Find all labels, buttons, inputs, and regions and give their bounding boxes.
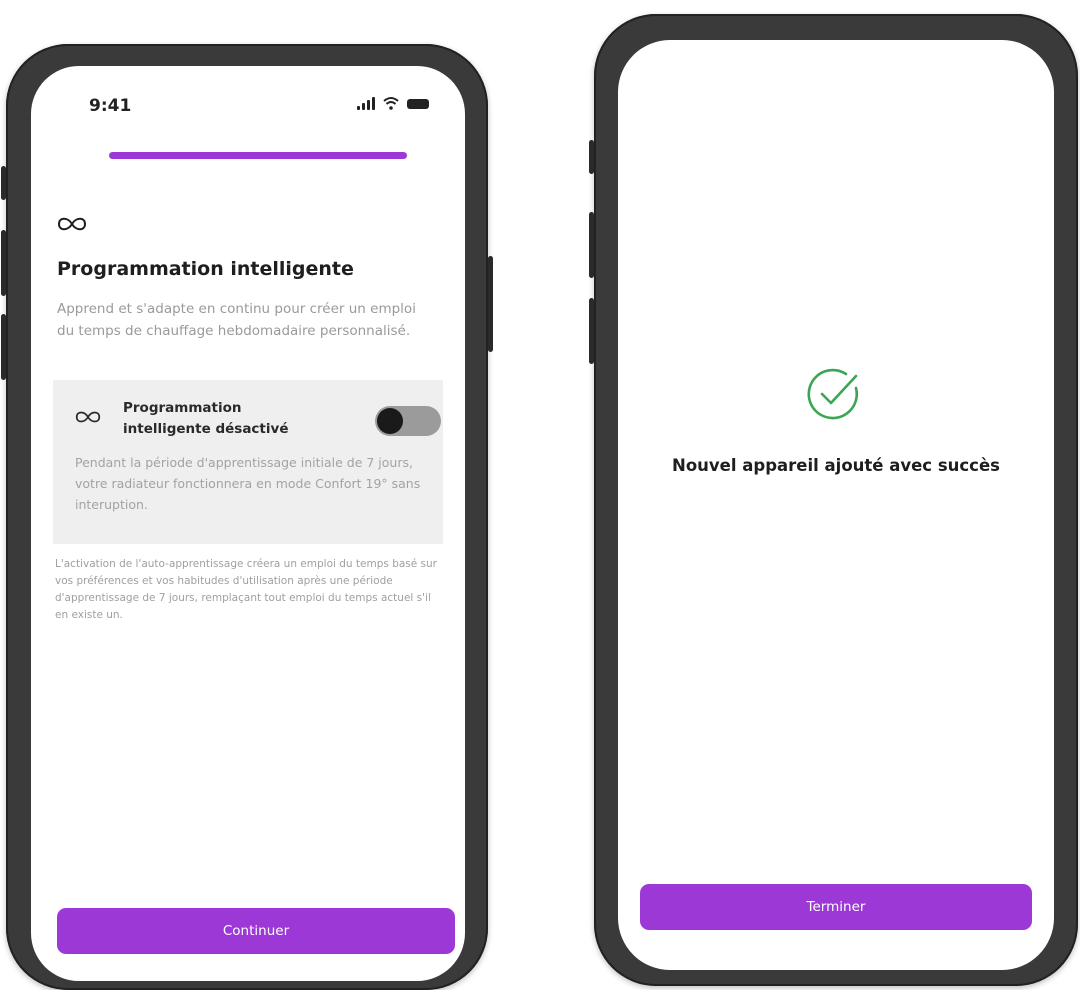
smart-programming-card: Programmation intelligente désactivé Pen… — [53, 380, 443, 544]
volume-down-button — [1, 314, 6, 380]
power-button — [488, 256, 493, 352]
mute-switch — [589, 140, 594, 174]
status-time: 9:41 — [89, 96, 132, 116]
success-message: Nouvel appareil ajouté avec succès — [672, 456, 1000, 475]
page-title: Programmation intelligente — [57, 258, 354, 280]
battery-icon — [407, 99, 429, 109]
screen-success: Nouvel appareil ajouté avec succès Termi… — [618, 40, 1054, 970]
continue-button[interactable]: Continuer — [57, 908, 455, 954]
screen-smart-programming: 9:41 Programmation intelligente Apprend … — [31, 66, 465, 981]
volume-up-button — [589, 212, 594, 278]
signal-icon — [357, 97, 375, 110]
smart-programming-toggle[interactable] — [375, 406, 441, 436]
status-icons — [357, 96, 429, 110]
mute-switch — [1, 166, 6, 200]
toggle-knob — [377, 408, 403, 434]
infinity-icon — [57, 217, 87, 231]
volume-up-button — [1, 230, 6, 296]
card-description: Pendant la période d'apprentissage initi… — [75, 455, 421, 512]
infinity-icon — [75, 411, 101, 423]
wifi-icon — [383, 97, 399, 110]
check-circle-icon — [807, 368, 858, 420]
finish-button[interactable]: Terminer — [640, 884, 1032, 930]
phone-frame-left: 9:41 Programmation intelligente Apprend … — [1, 44, 493, 990]
phone-frame-right: Nouvel appareil ajouté avec succès Termi… — [589, 14, 1078, 986]
toggle-label: Programmation intelligente désactivé — [123, 400, 289, 437]
activation-footnote: L'activation de l'auto-apprentissage cré… — [55, 558, 438, 621]
page-description: Apprend et s'adapte en continu pour crée… — [57, 301, 416, 339]
volume-down-button — [589, 298, 594, 364]
onboarding-progress-bar — [109, 152, 407, 159]
